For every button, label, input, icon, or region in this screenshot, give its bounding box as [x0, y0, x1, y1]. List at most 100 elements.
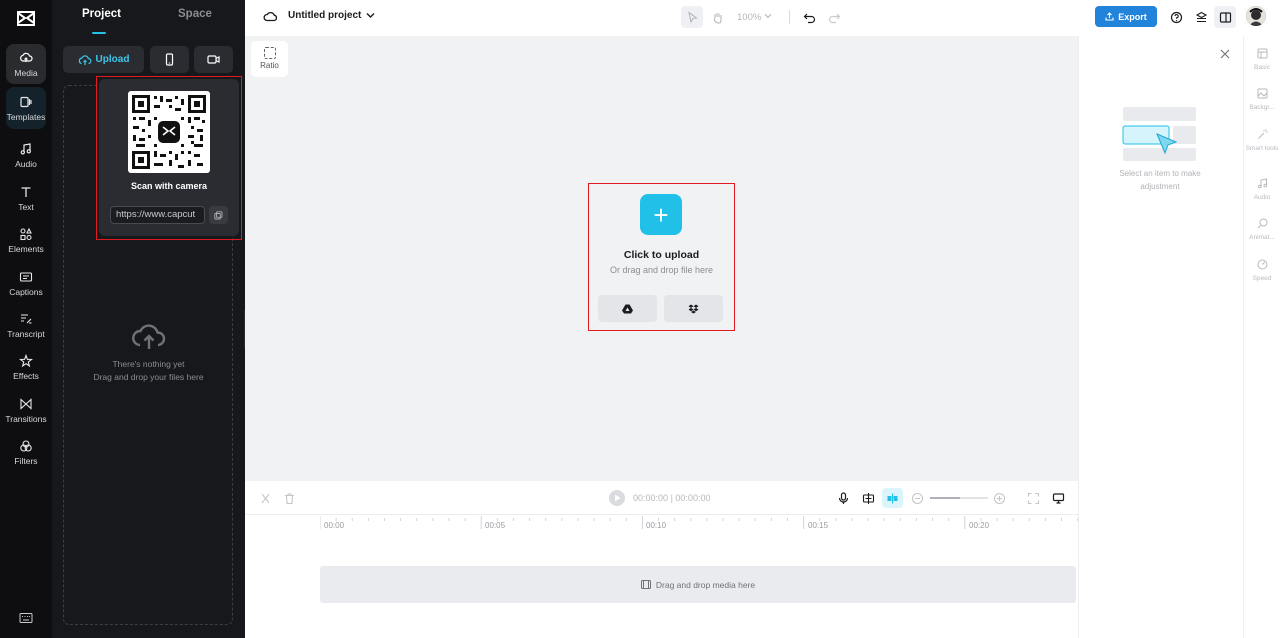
redo-icon	[828, 13, 840, 23]
upload-button[interactable]: Upload	[63, 46, 144, 73]
rail-label-captions: Captions	[9, 286, 43, 297]
rail-label-templates: Templates	[6, 111, 46, 122]
tick-label: 00:20	[969, 521, 990, 530]
split-icon[interactable]	[259, 492, 272, 505]
redo-button[interactable]	[823, 6, 845, 28]
tab-animation[interactable]: Animat...	[1244, 216, 1280, 242]
rail-label-filters: Filters	[14, 455, 38, 466]
tab-project[interactable]: Project	[82, 8, 121, 20]
split-layout-icon	[1219, 11, 1231, 23]
transcript-icon	[21, 313, 32, 324]
tab-audio-label: Audio	[1253, 194, 1271, 201]
toolbar-divider	[789, 10, 790, 24]
rail-label-effects: Effects	[13, 370, 39, 381]
project-title[interactable]: Untitled project	[288, 10, 361, 21]
chevron-down-icon[interactable]	[366, 12, 375, 19]
click-to-upload-title[interactable]: Click to upload	[588, 249, 735, 261]
background-icon	[1257, 88, 1267, 99]
rail-item-captions[interactable]: Captions	[6, 263, 46, 303]
dropbox-button[interactable]	[664, 295, 723, 322]
tab-audio[interactable]: Audio	[1244, 176, 1280, 202]
timecode: 00:00:00 | 00:00:00	[633, 493, 710, 503]
zoom-in-icon[interactable]	[993, 492, 1006, 505]
media-icon	[20, 52, 33, 62]
captions-icon	[19, 271, 33, 282]
tick-label: 00:15	[808, 521, 829, 530]
google-drive-icon	[622, 304, 633, 313]
tick-label: 00:10	[646, 521, 667, 530]
tab-speed[interactable]: Speed	[1244, 257, 1280, 283]
qr-code	[128, 91, 210, 173]
select-tool-button[interactable]	[681, 6, 703, 28]
rail-item-effects[interactable]: Effects	[6, 347, 46, 387]
ratio-icon	[263, 47, 276, 59]
copy-link-button[interactable]	[209, 206, 228, 224]
effects-icon	[19, 353, 33, 367]
rail-item-audio[interactable]: Audio	[6, 135, 46, 175]
timeline-ruler	[320, 516, 1078, 529]
tab-speed-label: Speed	[1252, 275, 1272, 282]
add-media-button[interactable]: +	[640, 194, 682, 235]
tab-background[interactable]: Backgr...	[1244, 86, 1280, 112]
monitor-icon[interactable]	[1052, 492, 1065, 505]
tab-smart-tools[interactable]: Smart tools	[1244, 127, 1280, 153]
rail-item-transcript[interactable]: Transcript	[6, 305, 46, 345]
export-label: Export	[1118, 11, 1147, 22]
ratio-button[interactable]: Ratio	[251, 41, 288, 77]
active-tab-indicator	[92, 32, 106, 34]
stack-button[interactable]	[1190, 6, 1212, 28]
qr-caption: Scan with camera	[130, 181, 208, 191]
ratio-label: Ratio	[260, 61, 279, 70]
tab-basic[interactable]: Basic	[1244, 46, 1280, 72]
help-button[interactable]	[1165, 6, 1187, 28]
avatar[interactable]	[1246, 6, 1266, 26]
copy-icon	[214, 210, 223, 219]
qr-url-field[interactable]: https://www.capcut	[110, 206, 205, 224]
undo-button[interactable]	[798, 6, 820, 28]
filters-icon	[20, 439, 32, 452]
total-time: 00:00:00	[675, 493, 711, 503]
rail-item-media[interactable]: Media	[6, 44, 46, 84]
play-button[interactable]	[609, 490, 625, 506]
elements-icon	[20, 227, 32, 240]
tick-label: 00:05	[485, 521, 506, 530]
pointer-icon	[687, 10, 698, 24]
time-divider: |	[670, 493, 673, 503]
rail-label-text: Text	[18, 201, 34, 212]
phone-upload-button[interactable]	[150, 46, 189, 73]
zoom-chevron-icon[interactable]	[764, 13, 772, 19]
record-button[interactable]	[194, 46, 233, 73]
main-track[interactable]: Drag and drop media here	[320, 566, 1076, 603]
link-clips-icon	[887, 493, 898, 504]
avatar-image	[1246, 6, 1266, 26]
zoom-out-icon[interactable]	[911, 492, 924, 505]
rail-item-elements[interactable]: Elements	[6, 220, 46, 260]
rail-item-filters[interactable]: Filters	[6, 432, 46, 472]
help-icon	[1170, 11, 1182, 23]
speed-icon	[1257, 259, 1267, 270]
delete-icon[interactable]	[283, 492, 296, 505]
cloud-sync-icon[interactable]	[263, 10, 278, 23]
magnet-icon[interactable]	[862, 492, 875, 505]
basic-icon	[1257, 48, 1267, 59]
export-icon	[1105, 12, 1114, 21]
timeline-zoom-slider[interactable]	[930, 497, 988, 499]
close-icon[interactable]	[1220, 49, 1230, 59]
tick-label: 00:00	[324, 521, 345, 530]
zoom-level[interactable]: 100%	[737, 12, 761, 23]
tab-space[interactable]: Space	[178, 8, 212, 20]
rail-item-transitions[interactable]: Transitions	[5, 390, 47, 430]
cloud-upload-icon	[78, 54, 91, 65]
layout-toggle-button[interactable]	[1214, 6, 1236, 28]
rail-item-templates[interactable]: Templates	[6, 87, 46, 129]
export-button[interactable]: Export	[1095, 6, 1157, 27]
rail-item-text[interactable]: Text	[6, 178, 46, 218]
hand-tool-button[interactable]	[706, 6, 728, 28]
drag-drop-hint: Or drag and drop file here	[609, 265, 714, 275]
rail-label-transcript: Transcript	[7, 328, 45, 339]
google-drive-button[interactable]	[598, 295, 657, 322]
microphone-icon[interactable]	[837, 492, 850, 505]
hand-icon	[713, 12, 722, 24]
fit-icon[interactable]	[1027, 492, 1040, 505]
keyboard-icon[interactable]	[19, 612, 33, 624]
